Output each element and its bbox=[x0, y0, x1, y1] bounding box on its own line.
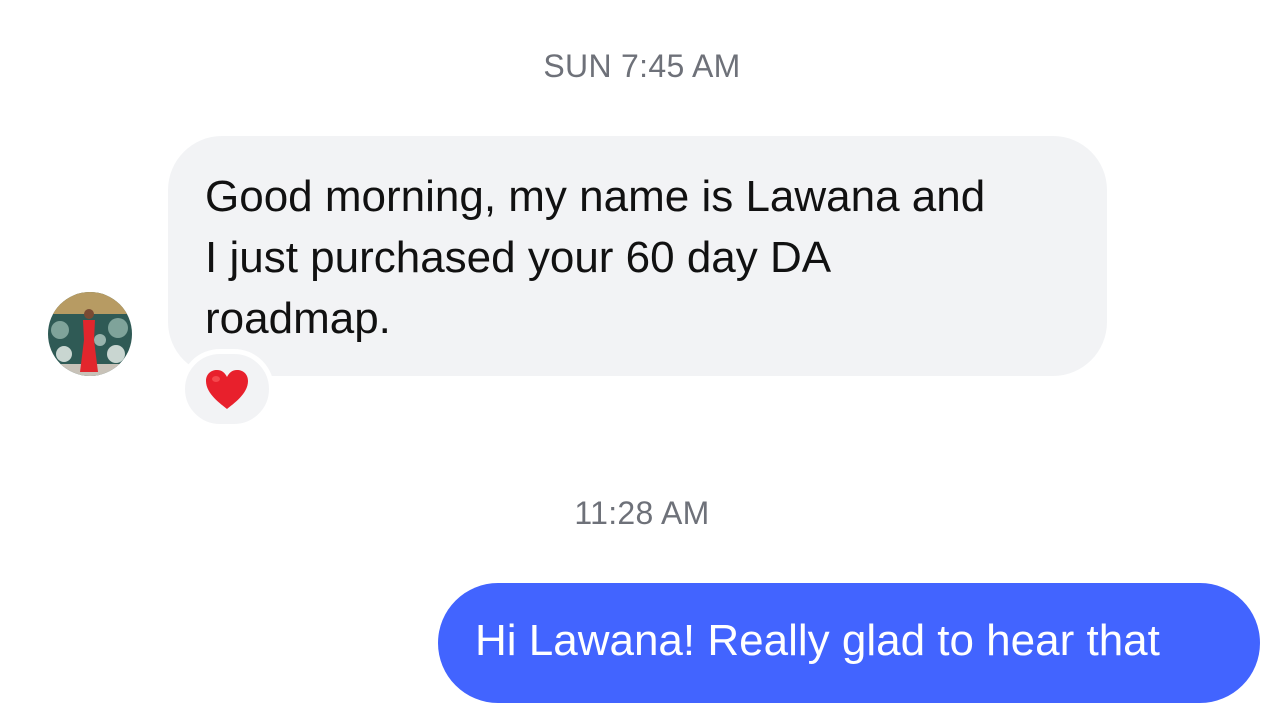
sender-avatar[interactable] bbox=[48, 292, 132, 376]
heart-icon bbox=[206, 370, 248, 409]
message-line: I just purchased your 60 day DA bbox=[205, 233, 832, 282]
message-line: Good morning, my name is Lawana and bbox=[205, 172, 986, 221]
timestamp-1128: 11:28 AM bbox=[574, 495, 710, 531]
incoming-message-bubble[interactable]: Good morning, my name is Lawana and I ju… bbox=[168, 136, 1107, 376]
outgoing-message-bubble[interactable]: Hi Lawana! Really glad to hear that bbox=[438, 583, 1260, 703]
outgoing-message-text: Hi Lawana! Really glad to hear that bbox=[475, 616, 1160, 665]
reaction-badge[interactable] bbox=[180, 349, 274, 429]
message-line: roadmap. bbox=[205, 294, 391, 343]
timestamp-sun-745: SUN 7:45 AM bbox=[543, 48, 741, 84]
avatar-photo-icon bbox=[48, 292, 132, 376]
